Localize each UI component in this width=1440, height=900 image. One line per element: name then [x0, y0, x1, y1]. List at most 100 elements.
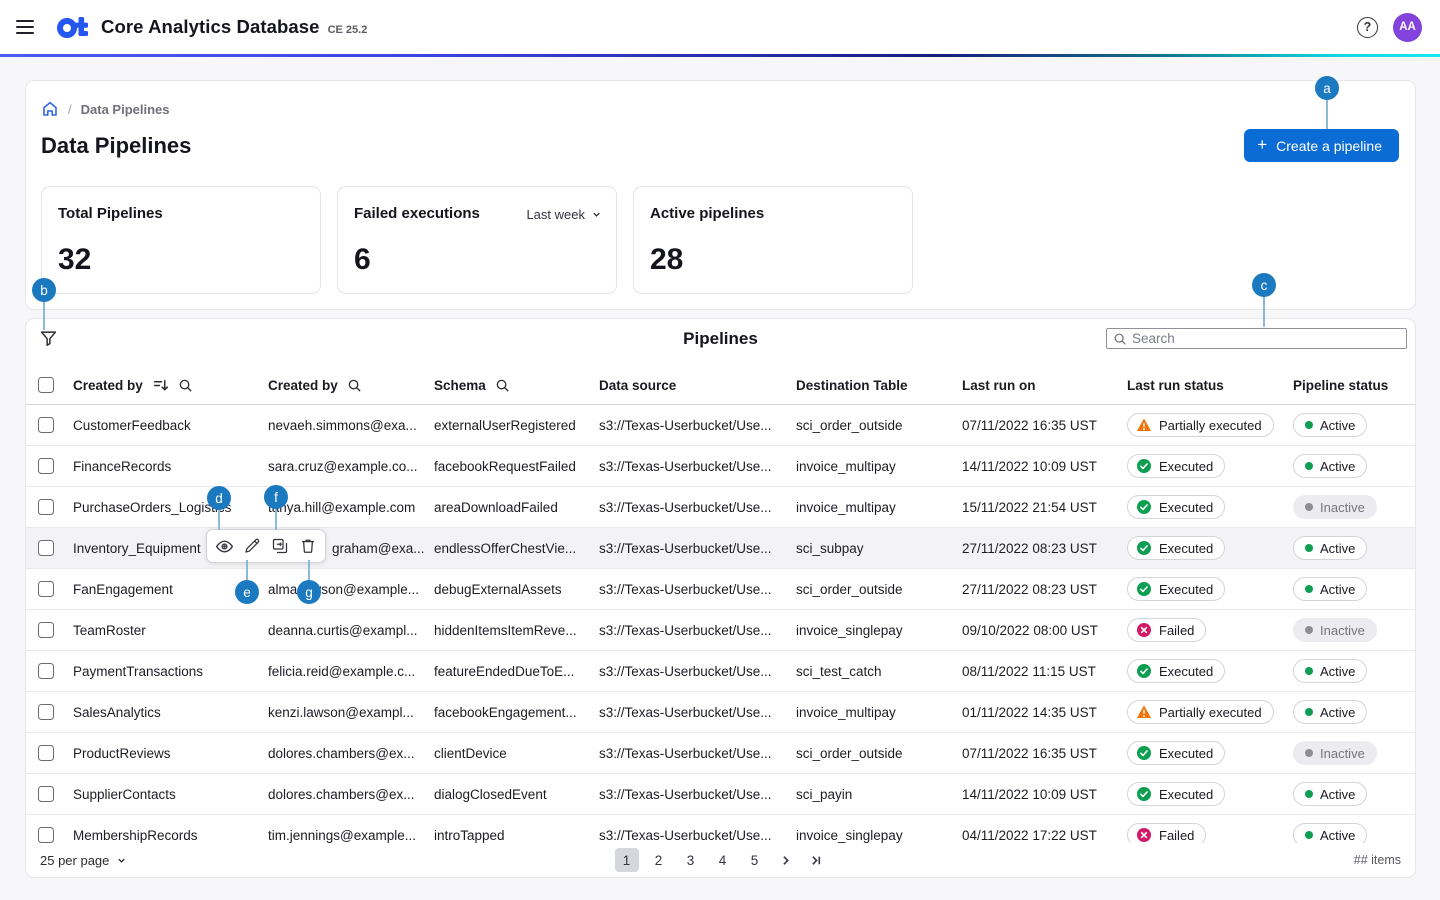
sort-icon[interactable]: [152, 377, 169, 394]
data-source-cell: s3://Texas-Userbucket/Use...: [599, 582, 796, 597]
table-row[interactable]: ProductReviewsdolores.chambers@ex...clie…: [26, 733, 1415, 774]
view-icon[interactable]: [213, 535, 235, 557]
destination-cell: invoice_multipay: [796, 705, 962, 720]
search-input[interactable]: [1132, 331, 1400, 346]
pipeline-name-cell: PurchaseOrders_Logistics: [73, 500, 268, 515]
last-run-cell: 07/11/2022 16:35 UST: [962, 746, 1127, 761]
run-status-cell: Failed: [1127, 823, 1293, 843]
run-status-cell: Executed: [1127, 741, 1293, 765]
table-row[interactable]: CustomerFeedbacknevaeh.simmons@exa...ext…: [26, 405, 1415, 446]
column-label: Destination Table: [796, 378, 908, 393]
home-icon[interactable]: [41, 100, 59, 118]
chevron-down-icon: [591, 209, 602, 220]
pipeline-status-cell: Active: [1293, 823, 1415, 843]
page-title: Data Pipelines: [41, 133, 191, 159]
column-label: Schema: [434, 378, 486, 393]
edit-icon[interactable]: [241, 535, 263, 557]
create-pipeline-button[interactable]: + Create a pipeline: [1244, 129, 1399, 162]
row-checkbox[interactable]: [38, 499, 54, 515]
menu-icon[interactable]: [16, 15, 40, 39]
stat-label: Total Pipelines: [58, 205, 304, 222]
pipeline-name-cell: TeamRoster: [73, 623, 268, 638]
duplicate-icon[interactable]: [269, 535, 291, 557]
per-page-value: 25 per page: [40, 853, 109, 868]
pipeline-status-badge: Active: [1293, 700, 1367, 724]
items-count: ## items: [1354, 853, 1401, 867]
page-number[interactable]: 4: [711, 848, 735, 872]
app-logo: [57, 15, 90, 39]
schema-cell: hiddenItemsItemReve...: [434, 623, 599, 638]
pipeline-status-cell: Active: [1293, 413, 1415, 437]
data-source-cell: s3://Texas-Userbucket/Use...: [599, 500, 796, 515]
schema-cell: dialogClosedEvent: [434, 787, 599, 802]
table-row[interactable]: PurchaseOrders_Logisticstanya.hill@examp…: [26, 487, 1415, 528]
app-version: CE 25.2: [328, 24, 368, 36]
status-dot-icon: [1305, 462, 1313, 470]
destination-cell: sci_test_catch: [796, 664, 962, 679]
row-checkbox[interactable]: [38, 745, 54, 761]
run-status-cell: Executed: [1127, 782, 1293, 806]
pipeline-status-badge: Inactive: [1293, 741, 1377, 765]
table-row[interactable]: SalesAnalyticskenzi.lawson@exampl...face…: [26, 692, 1415, 733]
last-run-cell: 04/11/2022 17:22 UST: [962, 828, 1127, 843]
run-status-cell: Executed: [1127, 659, 1293, 683]
time-range-dropdown[interactable]: Last week: [526, 207, 602, 222]
last-run-cell: 07/11/2022 16:35 UST: [962, 418, 1127, 433]
table-row[interactable]: MembershipRecordstim.jennings@example...…: [26, 815, 1415, 843]
column-label: Last run status: [1127, 378, 1224, 393]
table-row[interactable]: PaymentTransactionsfelicia.reid@example.…: [26, 651, 1415, 692]
warning-icon: [1136, 704, 1152, 720]
select-all-checkbox[interactable]: [38, 377, 54, 393]
table-header-row: Created byCreated by Schema Data source Des…: [26, 366, 1415, 405]
table-row[interactable]: TeamRosterdeanna.curtis@exampl...hiddenI…: [26, 610, 1415, 651]
next-page-icon[interactable]: [775, 849, 797, 871]
failed-icon: [1136, 622, 1152, 638]
row-checkbox[interactable]: [38, 827, 54, 843]
chevron-down-icon: [116, 855, 127, 866]
column-label: Data source: [599, 378, 676, 393]
per-page-dropdown[interactable]: 25 per page: [40, 853, 127, 868]
row-checkbox[interactable]: [38, 663, 54, 679]
help-icon[interactable]: ?: [1357, 17, 1378, 38]
table-row[interactable]: SupplierContactsdolores.chambers@ex...di…: [26, 774, 1415, 815]
last-run-cell: 14/11/2022 10:09 UST: [962, 459, 1127, 474]
column-header: Schema: [434, 378, 599, 393]
search-box[interactable]: [1106, 328, 1407, 349]
column-header: Created by: [73, 377, 268, 394]
created-by-cell: tanya.hill@example.com: [268, 500, 434, 515]
column-search-icon[interactable]: [178, 378, 193, 393]
table-row[interactable]: FinanceRecordssara.cruz@example.co...fac…: [26, 446, 1415, 487]
avatar[interactable]: AA: [1393, 13, 1422, 42]
pipeline-status-cell: Inactive: [1293, 495, 1415, 519]
stat-value: 32: [58, 243, 91, 277]
page-number[interactable]: 1: [615, 848, 639, 872]
row-checkbox[interactable]: [38, 458, 54, 474]
destination-cell: invoice_singlepay: [796, 828, 962, 843]
column-search-icon[interactable]: [495, 378, 510, 393]
column-search-icon[interactable]: [347, 378, 362, 393]
created-by-cell: sara.cruz@example.co...: [268, 459, 434, 474]
run-status-cell: Executed: [1127, 577, 1293, 601]
schema-cell: areaDownloadFailed: [434, 500, 599, 515]
page-number[interactable]: 2: [647, 848, 671, 872]
row-checkbox[interactable]: [38, 622, 54, 638]
destination-cell: invoice_multipay: [796, 459, 962, 474]
run-status-badge: Executed: [1127, 495, 1225, 519]
row-checkbox[interactable]: [38, 417, 54, 433]
pagination-bar: 25 per page 12345 ## items: [26, 843, 1415, 877]
table-row[interactable]: FanEngagementalma.lawson@example...debug…: [26, 569, 1415, 610]
row-checkbox[interactable]: [38, 581, 54, 597]
delete-icon[interactable]: [297, 535, 319, 557]
pipeline-name-cell: CustomerFeedback: [73, 418, 268, 433]
executed-icon: [1136, 581, 1152, 597]
pipeline-name-cell: SalesAnalytics: [73, 705, 268, 720]
page-number[interactable]: 5: [743, 848, 767, 872]
run-status-badge: Executed: [1127, 782, 1225, 806]
row-checkbox[interactable]: [38, 786, 54, 802]
page-number[interactable]: 3: [679, 848, 703, 872]
row-checkbox[interactable]: [38, 704, 54, 720]
last-page-icon[interactable]: [805, 849, 827, 871]
row-checkbox[interactable]: [38, 540, 54, 556]
column-label: Created by: [268, 378, 338, 393]
pipeline-status-cell: Active: [1293, 700, 1415, 724]
